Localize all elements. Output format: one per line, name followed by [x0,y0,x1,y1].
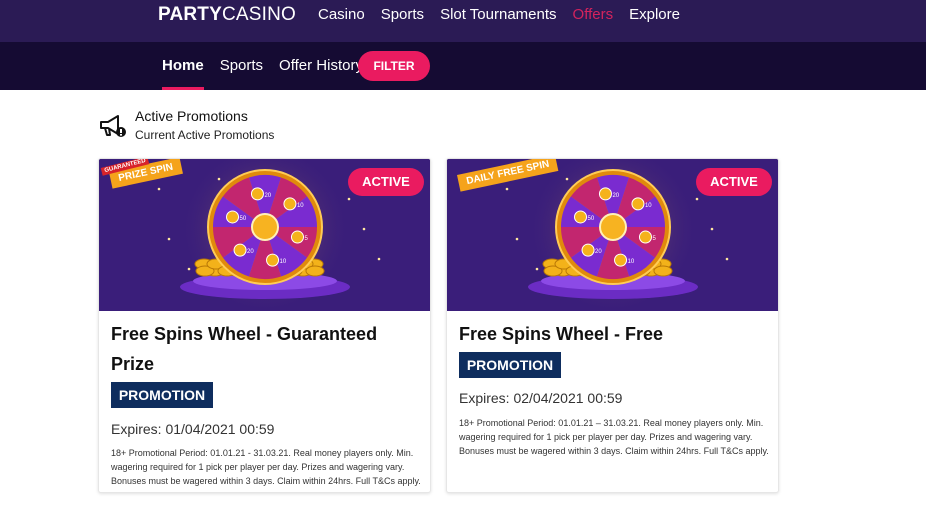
terms-text: 18+ Promotional Period: 01.01.21 – 31.03… [459,418,769,456]
svg-text:10: 10 [628,259,635,265]
nav-sports[interactable]: Sports [381,6,424,23]
svg-text:10: 10 [645,203,652,209]
card-title[interactable]: Free Spins Wheel - Guaranteed Prize [111,319,421,379]
svg-text:20: 20 [595,249,602,255]
nav-casino[interactable]: Casino [318,6,365,23]
offers-subnav-bar: Home Sports Offer History FILTER [0,42,926,90]
offers-subnav: Home Sports Offer History [162,42,379,90]
brand-logo[interactable]: PARTYCASINO [158,4,296,26]
svg-text:10: 10 [280,259,287,265]
brand-logo-light: CASINO [221,4,297,25]
megaphone-icon [100,115,126,137]
status-badge: ACTIVE [348,168,424,196]
expiry-date: Expires: 02/04/2021 00:59 [459,390,623,406]
promotion-badge: PROMOTION [111,382,213,408]
expiry-date: Expires: 01/04/2021 00:59 [111,421,275,437]
section-title: Active Promotions [135,108,248,124]
svg-text:50: 50 [588,216,595,222]
svg-text:10: 10 [297,203,304,209]
card-title[interactable]: Free Spins Wheel - Free [459,319,769,349]
section-subtitle: Current Active Promotions [135,128,275,142]
svg-text:50: 50 [240,216,247,222]
svg-text:20: 20 [264,193,271,199]
filter-button[interactable]: FILTER [358,51,430,81]
promotion-image: 5 10 20 50 20 10 PRIZE SPIN GUARANTEED ACTIVE [99,159,430,311]
nav-offers[interactable]: Offers [573,6,614,23]
status-badge: ACTIVE [696,168,772,196]
tab-offer-history[interactable]: Offer History [279,42,363,90]
top-navigation-bar: PARTYCASINO Casino Sports Slot Tournamen… [0,0,926,42]
brand-logo-bold: PARTY [158,4,222,25]
svg-text:20: 20 [247,249,254,255]
terms-text: 18+ Promotional Period: 01.01.21 - 31.03… [111,448,421,486]
tab-sports[interactable]: Sports [220,42,263,90]
main-menu: Casino Sports Slot Tournaments Offers Ex… [318,6,696,23]
promotion-card[interactable]: 5 10 20 50 20 10 PRIZE SPIN GUARANTEED ACTIVE… [98,158,431,493]
promotion-badge: PROMOTION [459,352,561,378]
promotion-card[interactable]: 5 10 20 50 20 10 DAILY FREE SPIN ACTIVE Free … [446,158,779,493]
nav-slot-tournaments[interactable]: Slot Tournaments [440,6,556,23]
promotion-image: 5 10 20 50 20 10 DAILY FREE SPIN ACTIVE [447,159,778,311]
nav-explore[interactable]: Explore [629,6,680,23]
tab-home[interactable]: Home [162,42,204,90]
svg-text:20: 20 [612,193,619,199]
